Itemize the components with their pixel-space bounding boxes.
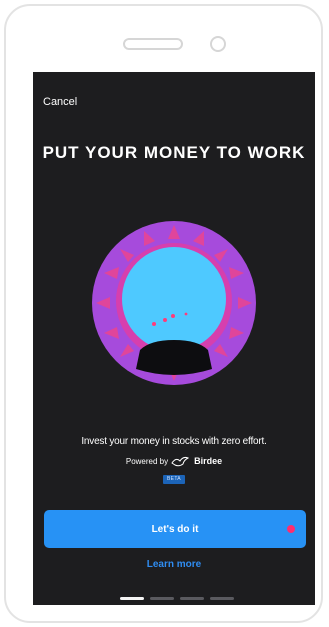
page-dot-1	[120, 597, 144, 600]
lets-do-it-button[interactable]: Let's do it	[44, 510, 306, 548]
page-dot-2	[150, 597, 174, 600]
page-dot-3	[180, 597, 204, 600]
page-title: Put Your Money to Work	[42, 143, 306, 162]
onboarding-screen: Cancel Put Your Money to Work	[33, 72, 315, 605]
page-dot-4	[210, 597, 234, 600]
phone-speaker	[123, 38, 183, 50]
orb-stand	[136, 340, 212, 375]
lets-do-it-label: Let's do it	[151, 523, 199, 535]
brand-name: Birdee	[194, 456, 223, 466]
crystal-ball-illustration	[92, 221, 256, 385]
beta-badge: BETA	[163, 475, 185, 484]
subtitle: Invest your money in stocks with zero ef…	[81, 436, 267, 447]
orb	[122, 247, 226, 351]
phone-frame: Cancel Put Your Money to Work	[4, 4, 323, 623]
cancel-button[interactable]: Cancel	[43, 96, 77, 108]
powered-by-label: Powered by	[125, 456, 169, 466]
phone-camera	[210, 36, 226, 52]
bird-icon	[171, 456, 190, 467]
page-indicator	[120, 597, 234, 600]
record-dot-icon	[287, 525, 295, 533]
learn-more-link[interactable]: Learn more	[33, 559, 315, 570]
powered-by: Powered by Birdee	[33, 455, 315, 467]
